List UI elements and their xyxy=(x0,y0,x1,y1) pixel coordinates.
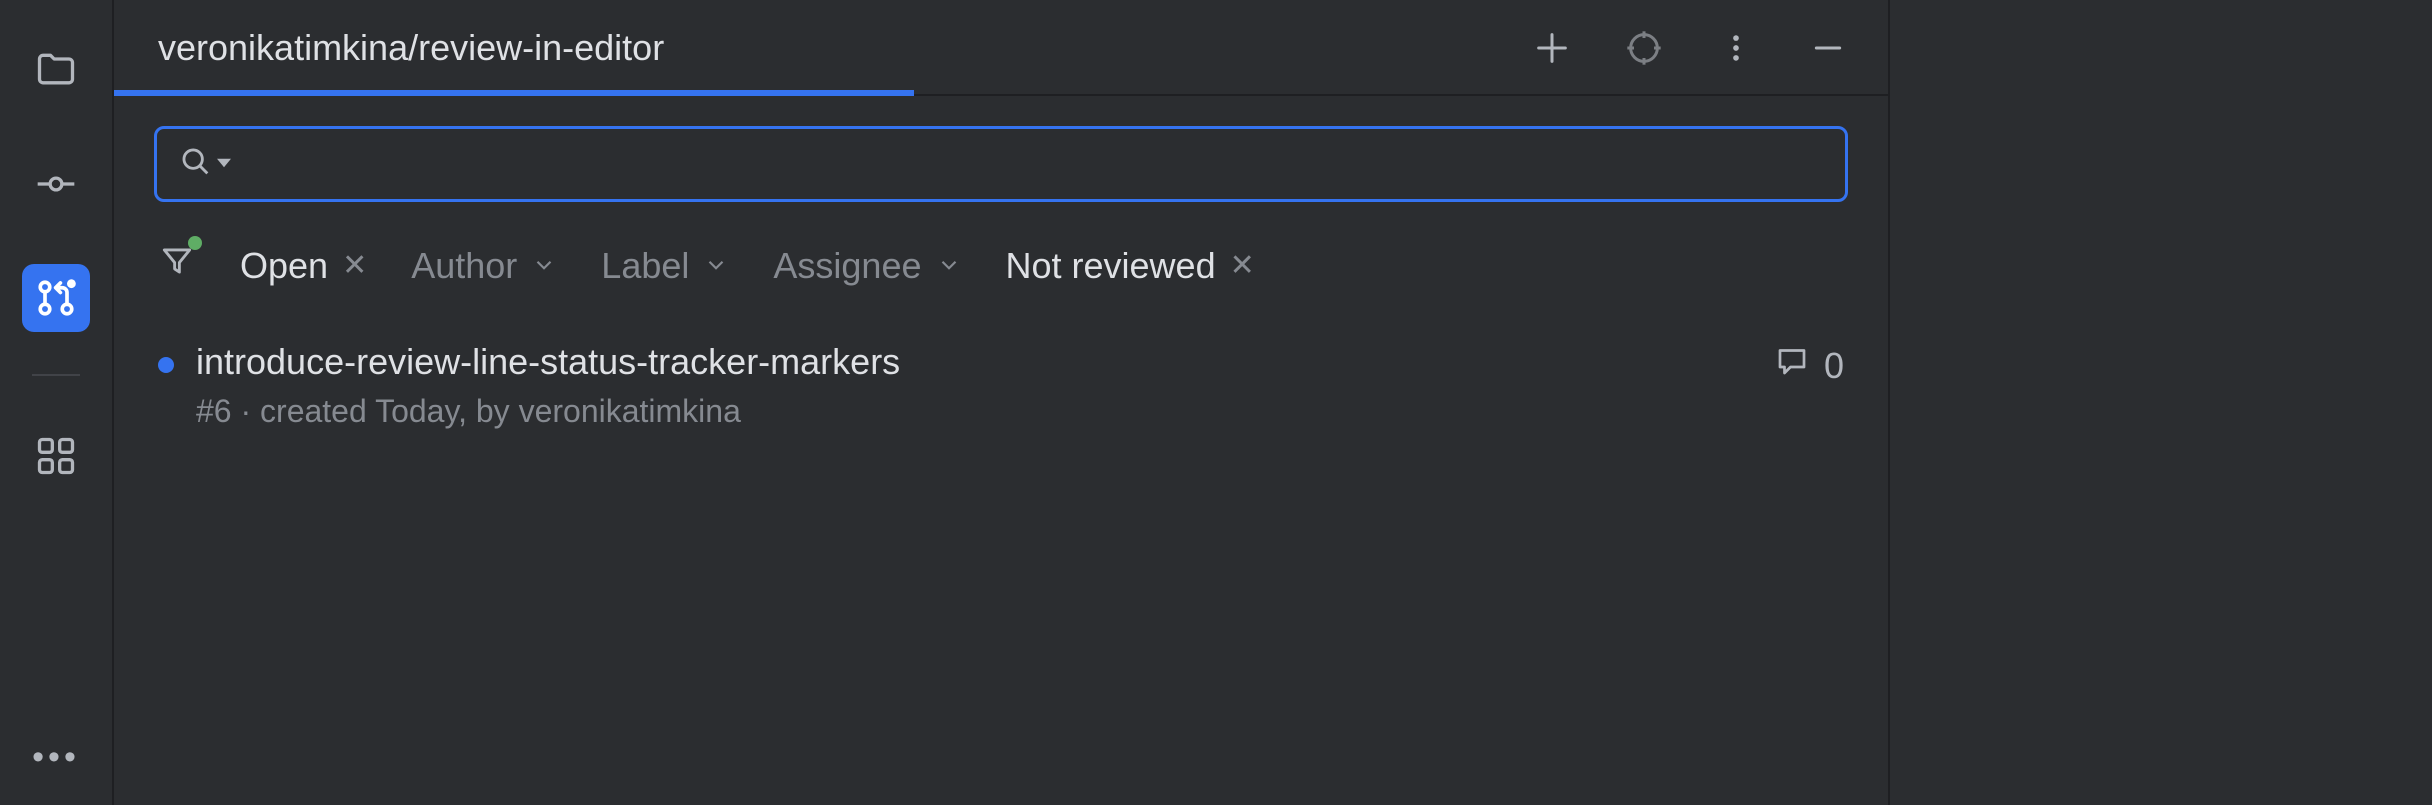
tab-title[interactable]: veronikatimkina/review-in-editor xyxy=(158,27,1530,69)
comment-icon xyxy=(1774,343,1810,388)
filter-chip-author[interactable]: Author xyxy=(411,245,557,287)
search-icon xyxy=(179,145,213,184)
status-dot xyxy=(158,357,174,373)
pull-requests-panel: veronikatimkina/review-in-editor xyxy=(112,0,1890,805)
rail-apps-icon[interactable] xyxy=(22,422,90,490)
filter-chip-assignee[interactable]: Assignee xyxy=(773,245,961,287)
minimize-icon[interactable] xyxy=(1806,26,1850,70)
filter-label: Open xyxy=(240,245,328,287)
filter-bar: Open ✕ Author Label Assignee xyxy=(114,202,1888,289)
pr-list: introduce-review-line-status-tracker-mar… xyxy=(114,289,1888,430)
pr-meta: #6 · created Today, by veronikatimkina xyxy=(196,393,1752,430)
tab-underline xyxy=(114,90,914,96)
filter-label: Label xyxy=(601,245,689,287)
comment-count: 0 xyxy=(1824,345,1844,387)
search-input[interactable] xyxy=(249,146,1823,183)
chevron-down-icon xyxy=(936,245,962,287)
kebab-icon[interactable] xyxy=(1714,26,1758,70)
filter-active-dot xyxy=(188,236,202,250)
filter-chip-label[interactable]: Label xyxy=(601,245,729,287)
filter-chip-not-reviewed[interactable]: Not reviewed ✕ xyxy=(1006,245,1255,287)
add-icon[interactable] xyxy=(1530,26,1574,70)
pr-title: introduce-review-line-status-tracker-mar… xyxy=(196,341,1752,383)
search-dropdown-icon[interactable] xyxy=(217,155,231,173)
rail-project-icon[interactable] xyxy=(22,36,90,104)
header-actions xyxy=(1530,26,1850,70)
filter-chip-open[interactable]: Open ✕ xyxy=(240,245,367,287)
filter-label: Assignee xyxy=(773,245,921,287)
chevron-down-icon xyxy=(703,245,729,287)
filter-label: Author xyxy=(411,245,517,287)
list-item[interactable]: introduce-review-line-status-tracker-mar… xyxy=(158,341,1844,430)
close-icon[interactable]: ✕ xyxy=(342,248,367,283)
filter-icon[interactable] xyxy=(158,242,196,289)
target-icon[interactable] xyxy=(1622,26,1666,70)
chevron-down-icon xyxy=(531,245,557,287)
rail-pull-requests-icon[interactable] xyxy=(22,264,90,332)
filter-label: Not reviewed xyxy=(1006,245,1216,287)
right-gutter xyxy=(1890,0,2432,805)
close-icon[interactable]: ✕ xyxy=(1230,248,1255,283)
search-box[interactable] xyxy=(154,126,1848,202)
nav-rail: ••• xyxy=(0,0,112,805)
panel-header: veronikatimkina/review-in-editor xyxy=(114,0,1888,96)
pr-comments: 0 xyxy=(1774,343,1844,388)
rail-commit-icon[interactable] xyxy=(22,150,90,218)
rail-more-icon[interactable]: ••• xyxy=(32,738,80,777)
rail-separator xyxy=(32,374,80,376)
